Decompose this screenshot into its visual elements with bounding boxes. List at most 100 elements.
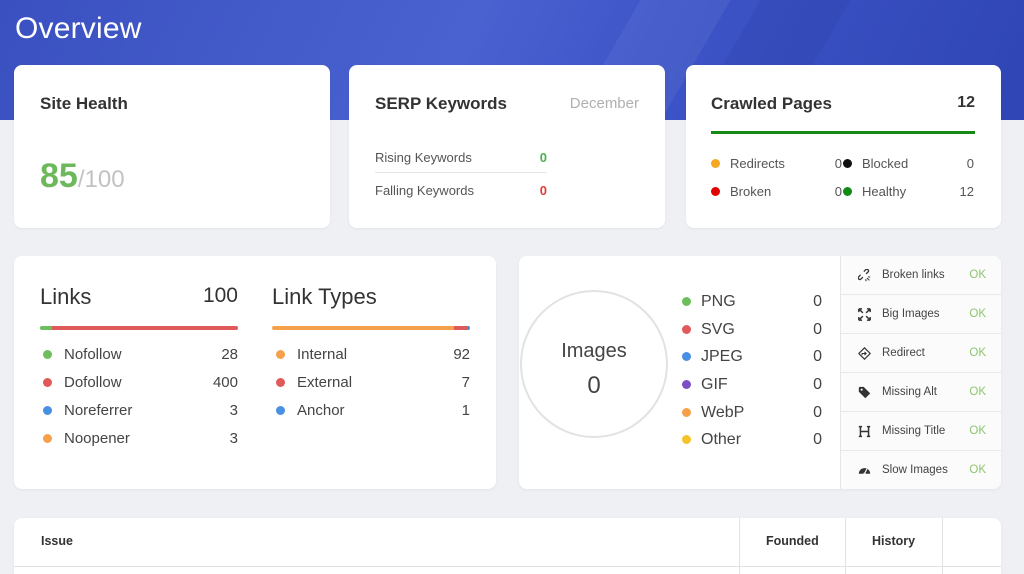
check-big-images[interactable]: Big Images OK xyxy=(841,295,1001,334)
image-type-jpeg: JPEG 0 xyxy=(682,347,822,367)
site-health-title: Site Health xyxy=(40,94,128,113)
nofollow-dot xyxy=(43,350,52,359)
crawled-title: Crawled Pages xyxy=(711,94,832,113)
check-missing-title-label: Missing Title xyxy=(882,425,946,437)
healthy-value: 12 xyxy=(959,184,974,199)
falling-keywords-row: Falling Keywords 0 xyxy=(375,174,547,206)
anchor-value: 1 xyxy=(461,402,470,419)
svg-dot xyxy=(682,325,691,334)
internal-label: Internal xyxy=(297,346,348,363)
gif-dot xyxy=(682,380,691,389)
png-value: 0 xyxy=(813,293,822,310)
redirects-dot xyxy=(711,159,720,168)
serp-title: SERP Keywords xyxy=(375,94,507,113)
jpeg-value: 0 xyxy=(813,348,822,365)
link-item-dofollow: Dofollow 400 xyxy=(43,373,238,393)
check-missing-alt-status: OK xyxy=(969,386,986,398)
serp-keywords-card: SERP Keywords December Rising Keywords 0… xyxy=(349,65,665,228)
tag-icon xyxy=(858,386,871,399)
png-dot xyxy=(682,297,691,306)
check-big-images-status: OK xyxy=(969,308,986,320)
external-label: External xyxy=(297,374,353,391)
column-header-founded-label: Founded xyxy=(766,534,819,548)
crawled-pages-card: Crawled Pages 12 Redirects 0 Blocked 0 B… xyxy=(686,65,1001,228)
check-broken-links-label: Broken links xyxy=(882,269,945,281)
health-score: 85/100 xyxy=(40,157,125,196)
bar-segment-internal xyxy=(272,326,455,330)
check-redirect-label: Redirect xyxy=(882,347,925,359)
nofollow-value: 28 xyxy=(221,346,238,363)
broken-dot xyxy=(711,187,720,196)
rising-keywords-value: 0 xyxy=(539,150,547,165)
check-broken-links-status: OK xyxy=(969,269,986,281)
check-missing-title[interactable]: Missing Title OK xyxy=(841,412,1001,451)
check-redirect-status: OK xyxy=(969,347,986,359)
falling-keywords-value: 0 xyxy=(539,183,547,198)
healthy-dot xyxy=(843,187,852,196)
anchor-label: Anchor xyxy=(297,402,345,419)
gauge-icon xyxy=(858,468,871,475)
crawled-total: 12 xyxy=(957,94,975,111)
noopener-value: 3 xyxy=(229,430,238,447)
broken-link-icon xyxy=(858,269,871,282)
link-type-anchor: Anchor 1 xyxy=(276,401,470,421)
png-label: PNG xyxy=(701,293,736,310)
other-label: Other xyxy=(701,431,742,448)
bar-segment-anchor xyxy=(468,326,470,330)
column-header-issue[interactable]: Issue xyxy=(14,518,739,566)
bar-segment-external xyxy=(454,326,469,330)
health-score-value: 85 xyxy=(40,157,78,195)
check-slow-images-label: Slow Images xyxy=(882,464,948,476)
check-broken-links[interactable]: Broken links OK xyxy=(841,256,1001,295)
image-type-png: PNG 0 xyxy=(682,292,822,312)
serp-month-selector[interactable]: December xyxy=(570,95,639,112)
image-checks-panel: Broken links OK Big Images OK Redirect O… xyxy=(840,256,1001,489)
images-total: 0 xyxy=(587,372,601,399)
noreferrer-label: Noreferrer xyxy=(64,402,133,419)
column-header-founded[interactable]: Founded xyxy=(740,518,844,566)
image-type-webp: WebP 0 xyxy=(682,403,822,423)
check-missing-title-status: OK xyxy=(969,425,986,437)
crawled-stat-redirects: Redirects 0 xyxy=(711,155,842,173)
bar-segment-dofollow xyxy=(51,326,238,330)
rising-keywords-label: Rising Keywords xyxy=(375,150,472,165)
check-missing-alt[interactable]: Missing Alt OK xyxy=(841,373,1001,412)
redirects-label: Redirects xyxy=(730,156,785,171)
other-dot xyxy=(682,435,691,444)
image-type-other: Other 0 xyxy=(682,430,822,450)
links-title: Links xyxy=(40,284,92,309)
other-value: 0 xyxy=(813,431,822,448)
external-dot xyxy=(276,378,285,387)
column-header-history[interactable]: History xyxy=(846,518,942,566)
gif-label: GIF xyxy=(701,376,728,393)
noreferrer-dot xyxy=(43,406,52,415)
blocked-label: Blocked xyxy=(862,156,909,171)
noreferrer-value: 3 xyxy=(229,402,238,419)
link-types-distribution-bar xyxy=(272,326,470,330)
expand-icon xyxy=(858,308,871,321)
column-header-issue-label: Issue xyxy=(41,534,73,548)
internal-dot xyxy=(276,350,285,359)
link-item-noopener: Noopener 3 xyxy=(43,429,238,449)
external-value: 7 xyxy=(461,374,470,391)
column-header-history-label: History xyxy=(872,534,916,548)
check-missing-alt-label: Missing Alt xyxy=(882,386,937,398)
check-slow-images[interactable]: Slow Images OK xyxy=(841,451,1001,489)
healthy-label: Healthy xyxy=(862,184,907,199)
check-redirect[interactable]: Redirect OK xyxy=(841,334,1001,373)
blocked-value: 0 xyxy=(966,156,974,171)
redirects-value: 0 xyxy=(834,156,842,171)
link-type-external: External 7 xyxy=(276,373,470,393)
broken-label: Broken xyxy=(730,184,772,199)
jpeg-label: JPEG xyxy=(701,348,743,365)
nofollow-label: Nofollow xyxy=(64,346,122,363)
dofollow-value: 400 xyxy=(212,374,238,391)
svg-value: 0 xyxy=(813,321,822,338)
link-item-nofollow: Nofollow 28 xyxy=(43,345,238,365)
link-type-internal: Internal 92 xyxy=(276,345,470,365)
dofollow-label: Dofollow xyxy=(64,374,122,391)
bar-segment-nofollow xyxy=(40,326,52,330)
svg-label: SVG xyxy=(701,321,735,338)
webp-label: WebP xyxy=(701,404,745,421)
images-card: Images 0 PNG 0 SVG 0 JPEG 0 GIF 0 WebP 0… xyxy=(519,256,1001,489)
